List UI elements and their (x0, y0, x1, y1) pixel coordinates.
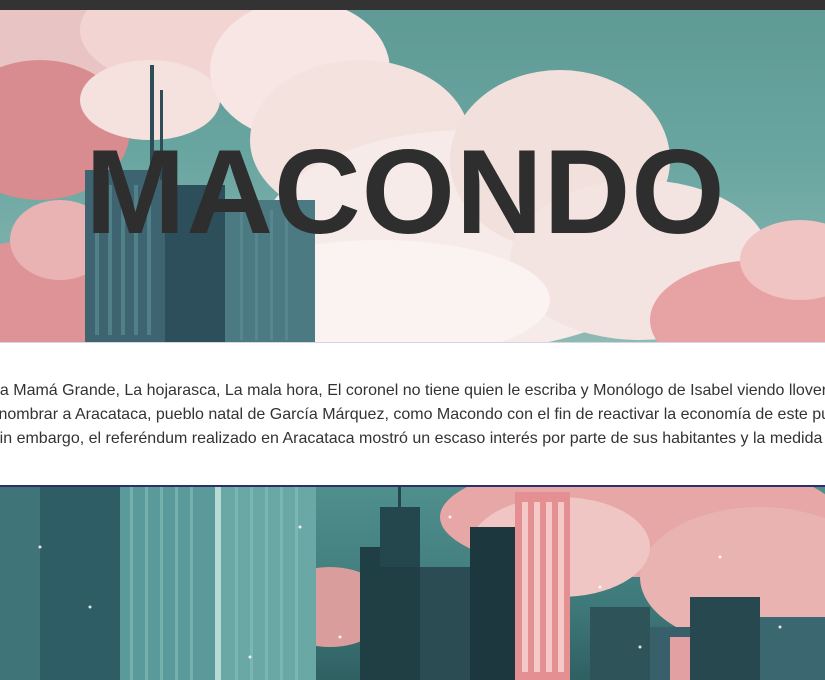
hero-banner: MACONDO (0, 10, 825, 343)
paragraph-line-3: Sin embargo, el referéndum realizado en … (0, 430, 825, 447)
paragraph-line-2: Renombrar a Aracataca, pueblo natal de G… (0, 406, 825, 423)
lower-city-banner (0, 487, 825, 680)
page-title: MACONDO (0, 122, 825, 262)
paragraph-line-1: La Mamá Grande, La hojarasca, La mala ho… (0, 382, 825, 399)
page-title-text: MACONDO (85, 125, 726, 259)
text-band: La Mamá Grande, La hojarasca, La mala ho… (0, 343, 825, 487)
top-bar (0, 0, 825, 10)
city-skyline-illustration (0, 487, 825, 680)
